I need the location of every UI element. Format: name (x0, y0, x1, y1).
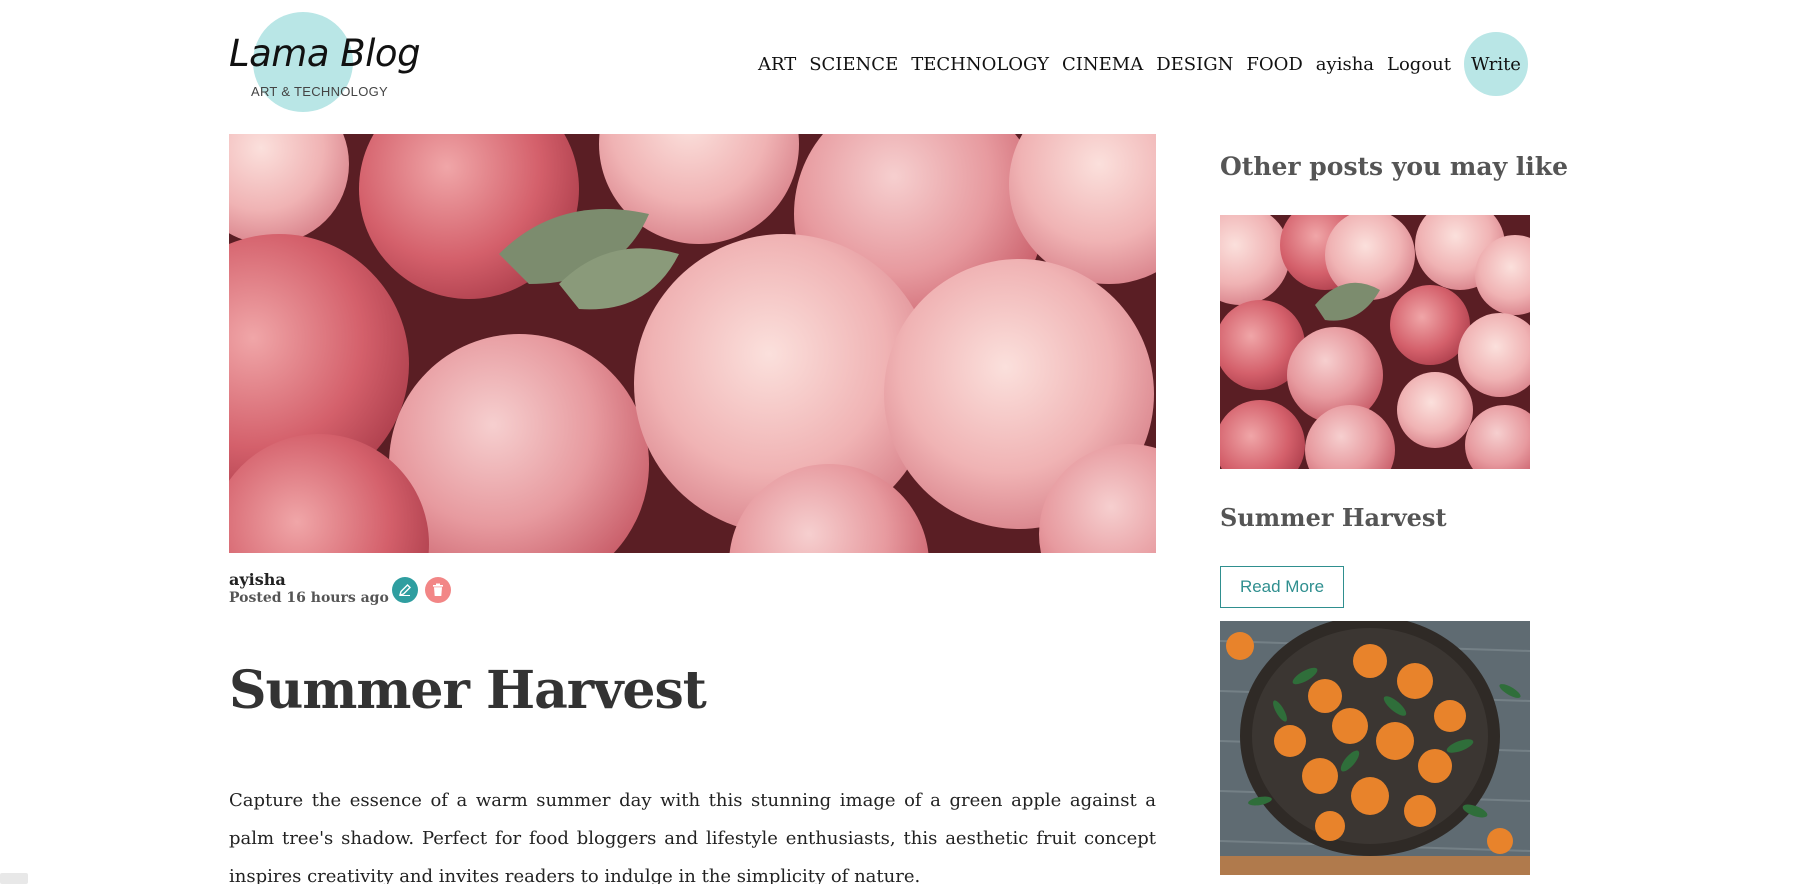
sidebar-post-image[interactable] (1220, 215, 1530, 469)
edit-button[interactable] (392, 577, 418, 603)
oranges-bowl-photo-icon (1220, 621, 1530, 875)
post-title: Summer Harvest (229, 660, 707, 721)
nav-links: ART SCIENCE TECHNOLOGY CINEMA DESIGN FOO… (758, 32, 1528, 96)
sidebar-post-image[interactable] (1220, 621, 1530, 875)
post-actions (392, 577, 451, 603)
nav-link-technology[interactable]: TECHNOLOGY (911, 54, 1049, 75)
trash-icon (433, 583, 443, 596)
post-author: ayisha (229, 570, 286, 589)
logo-title: Lama Blog (229, 32, 421, 75)
post-time: Posted 16 hours ago (229, 590, 389, 606)
write-button[interactable]: Write (1464, 32, 1528, 96)
write-label: Write (1471, 53, 1521, 75)
nav-link-food[interactable]: FOOD (1246, 54, 1302, 75)
peaches-photo-icon (229, 134, 1156, 553)
post-meta: ayisha Posted 16 hours ago (229, 570, 451, 611)
navbar: Lama Blog ART & TECHNOLOGY ART SCIENCE T… (0, 0, 1795, 120)
sidebar-post-title[interactable]: Summer Harvest (1220, 503, 1447, 532)
logo-subtitle: ART & TECHNOLOGY (251, 84, 389, 99)
post-image (229, 134, 1156, 553)
peaches-photo-icon (1220, 215, 1530, 469)
nav-user[interactable]: ayisha (1316, 54, 1374, 75)
logout-link[interactable]: Logout (1387, 54, 1451, 75)
logo[interactable]: Lama Blog ART & TECHNOLOGY (229, 8, 421, 118)
nav-link-design[interactable]: DESIGN (1156, 54, 1233, 75)
read-more-button[interactable]: Read More (1220, 566, 1344, 608)
nav-link-art[interactable]: ART (758, 54, 796, 75)
nav-link-science[interactable]: SCIENCE (809, 54, 898, 75)
pencil-icon (398, 584, 411, 597)
sidebar-heading: Other posts you may like (1220, 152, 1569, 181)
scrollbar-corner (0, 873, 28, 884)
nav-link-cinema[interactable]: CINEMA (1062, 54, 1143, 75)
delete-button[interactable] (425, 577, 451, 603)
post-body: Capture the essence of a warm summer day… (229, 790, 1156, 884)
